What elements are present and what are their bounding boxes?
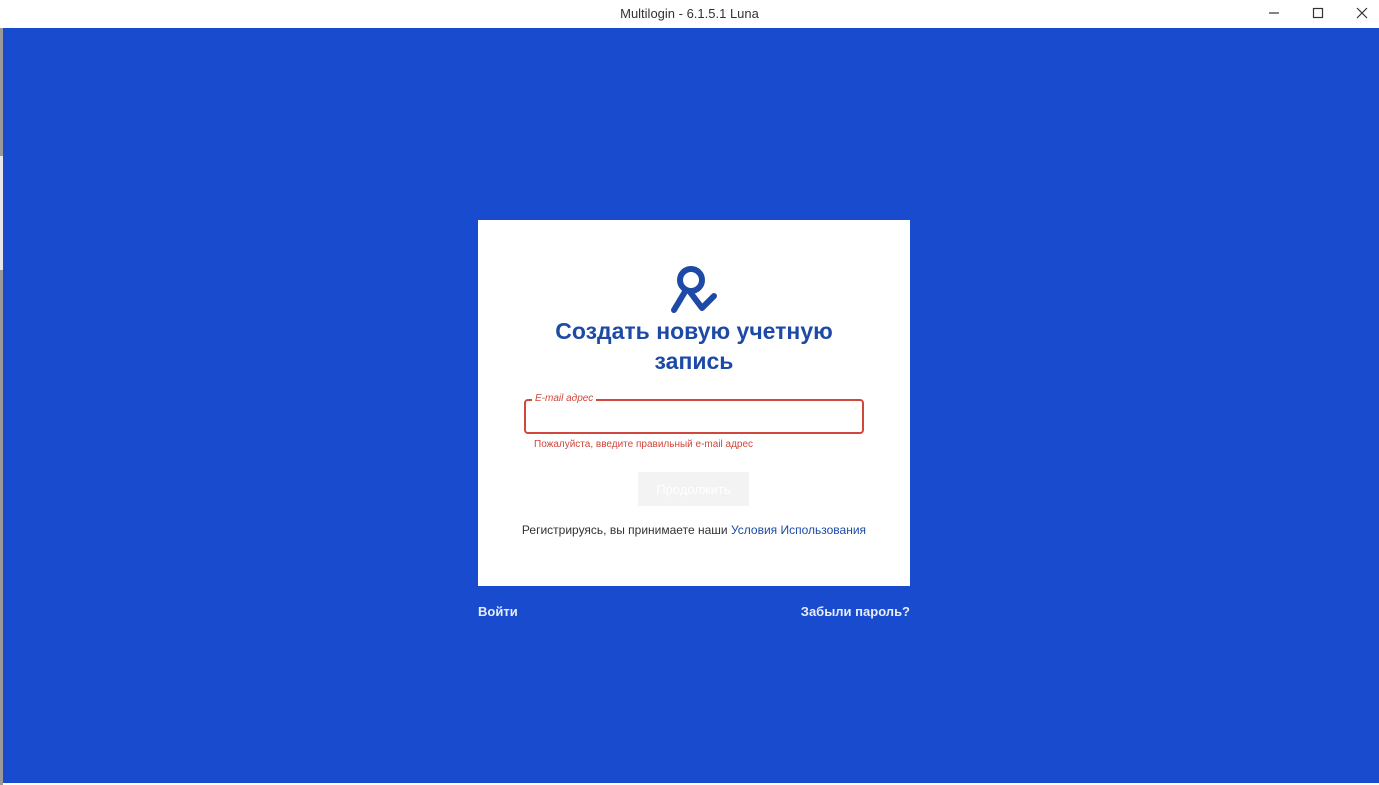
page-title: Создать новую учетную запись — [555, 318, 833, 374]
close-button[interactable] — [1340, 0, 1379, 26]
login-link[interactable]: Войти — [478, 604, 518, 619]
minimize-button[interactable] — [1252, 0, 1296, 26]
terms-notice: Регистрируясь, вы принимаете наши Услови… — [478, 523, 910, 537]
continue-button[interactable]: Продолжить — [638, 472, 749, 506]
app-background: Создать новую учетную запись E-mail адре… — [3, 28, 1379, 783]
window-title: Multilogin - 6.1.5.1 Luna — [620, 6, 759, 21]
terms-text: Регистрируясь, вы принимаете наши — [521, 523, 728, 537]
email-error-message: Пожалуйста, введите правильный e-mail ад… — [534, 439, 754, 450]
email-field-label: E-mail адрес — [532, 393, 597, 405]
maximize-button[interactable] — [1296, 0, 1340, 26]
close-icon — [1356, 7, 1368, 19]
window-titlebar: Multilogin - 6.1.5.1 Luna — [0, 0, 1379, 28]
signup-card: Создать новую учетную запись E-mail адре… — [478, 220, 910, 586]
maximize-icon — [1312, 7, 1324, 19]
email-field[interactable]: E-mail адрес — [524, 393, 864, 434]
multilogin-logo-icon — [671, 266, 717, 313]
forgot-password-link[interactable]: Забыли пароль? — [783, 604, 910, 619]
minimize-icon — [1269, 12, 1279, 14]
terms-of-use-link[interactable]: Условия Использования — [731, 523, 866, 537]
email-input[interactable] — [534, 407, 854, 428]
